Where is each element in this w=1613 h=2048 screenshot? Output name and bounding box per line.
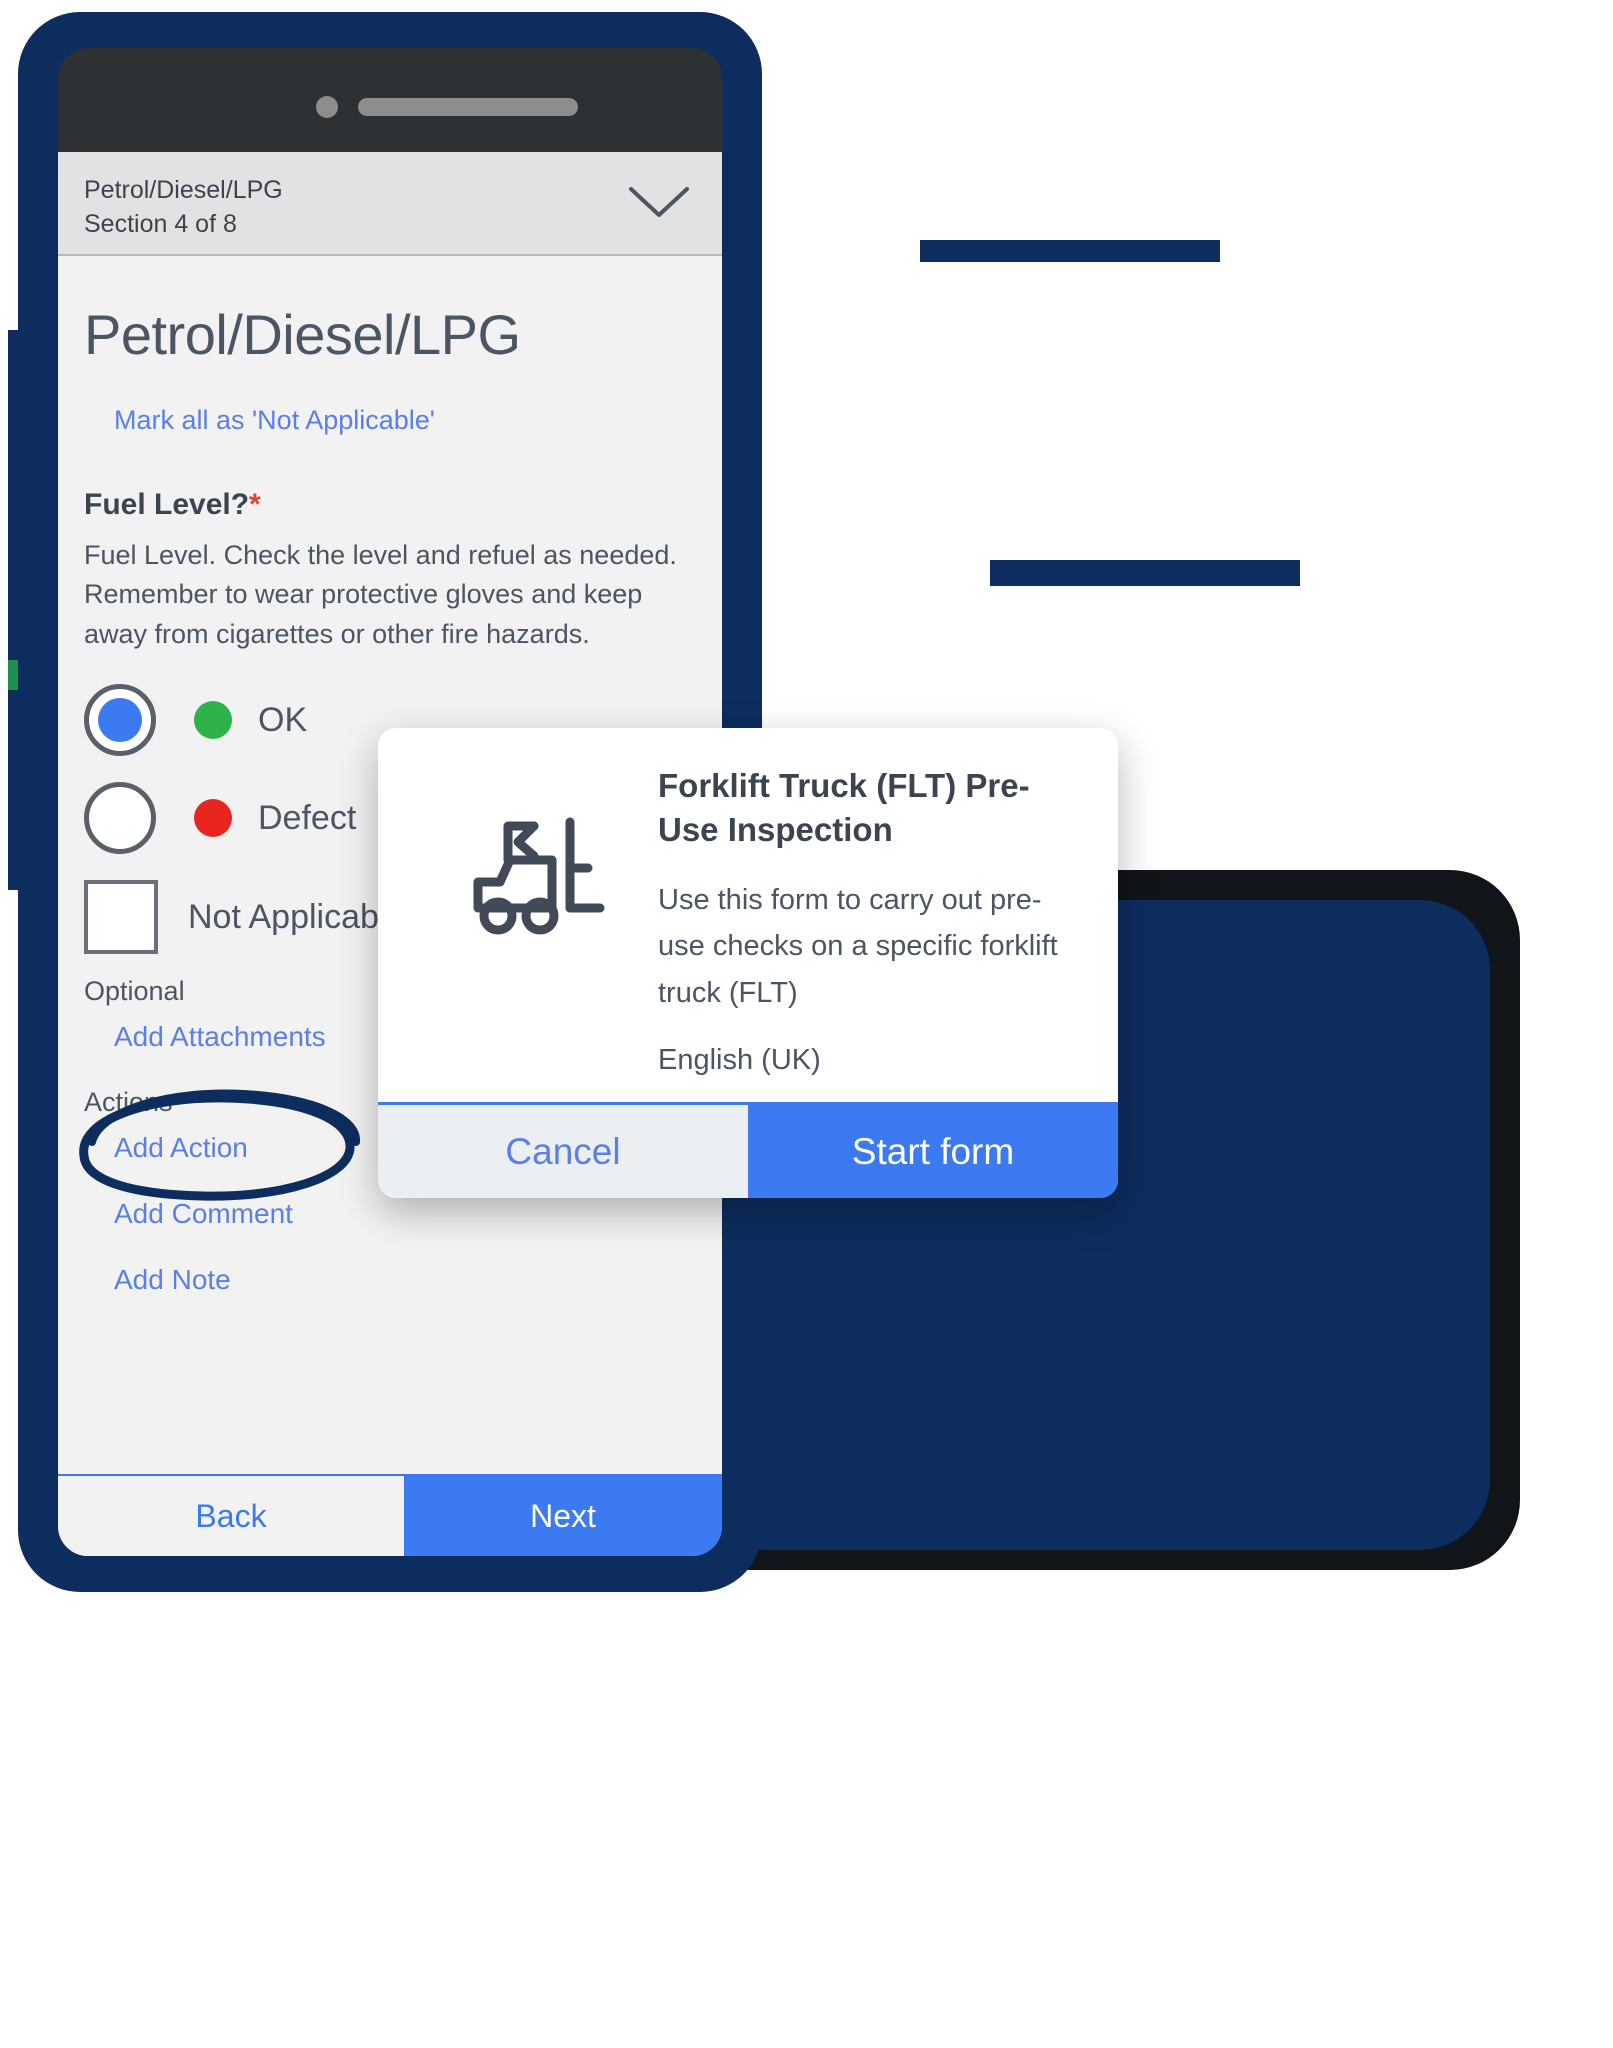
- background-bar-top: [920, 240, 1220, 262]
- page-title: Petrol/Diesel/LPG: [84, 303, 521, 366]
- section-title: Petrol/Diesel/LPG: [84, 176, 283, 204]
- next-button[interactable]: Next: [404, 1476, 722, 1556]
- start-form-dialog: Forklift Truck (FLT) Pre-Use Inspection …: [378, 728, 1118, 1198]
- checkbox-not-applicable[interactable]: [84, 880, 158, 955]
- question-label: Fuel Level?: [84, 488, 250, 521]
- dialog-language: English (UK): [658, 1044, 821, 1077]
- not-applicable-label: Not Applicable: [188, 897, 406, 936]
- status-dot-defect: [194, 799, 232, 838]
- section-subtitle: Section 4 of 8: [84, 209, 237, 238]
- mark-all-not-applicable-link[interactable]: Mark all as 'Not Applicable': [114, 405, 696, 436]
- forklift-truck-icon: [408, 764, 658, 1086]
- add-note-link[interactable]: Add Note: [114, 1264, 696, 1296]
- dialog-title: Forklift Truck (FLT) Pre-Use Inspection: [658, 767, 1030, 848]
- phone-notch: [255, 48, 525, 104]
- status-dot-ok: [194, 701, 232, 740]
- back-button[interactable]: Back: [58, 1476, 404, 1556]
- option-label-ok: OK: [258, 700, 308, 739]
- bottom-navigation: Back Next: [58, 1474, 722, 1556]
- add-comment-link[interactable]: Add Comment: [114, 1198, 696, 1230]
- question-title: Fuel Level?*: [84, 488, 696, 522]
- dialog-text-block: Forklift Truck (FLT) Pre-Use Inspection …: [658, 764, 1088, 1086]
- question-description: Fuel Level. Check the level and refuel a…: [84, 540, 677, 649]
- section-header[interactable]: Petrol/Diesel/LPG Section 4 of 8: [58, 152, 722, 256]
- cancel-button[interactable]: Cancel: [378, 1105, 748, 1198]
- required-asterisk: *: [249, 488, 261, 521]
- earpiece-speaker-icon: [358, 98, 578, 116]
- background-bar-mid: [990, 560, 1300, 586]
- dialog-description: Use this form to carry out pre-use check…: [658, 884, 1058, 1009]
- screenshot-canvas: Petrol/Diesel/LPG Section 4 of 8 Petrol/…: [0, 0, 1613, 2048]
- front-camera-icon: [316, 96, 338, 118]
- dialog-body: Forklift Truck (FLT) Pre-Use Inspection …: [378, 728, 1118, 1102]
- radio-ok[interactable]: [84, 684, 156, 757]
- chevron-down-icon[interactable]: [628, 186, 690, 220]
- dialog-footer: Cancel Start form: [378, 1102, 1118, 1198]
- option-label-defect: Defect: [258, 798, 357, 837]
- radio-defect[interactable]: [84, 782, 156, 855]
- start-form-button[interactable]: Start form: [748, 1105, 1118, 1198]
